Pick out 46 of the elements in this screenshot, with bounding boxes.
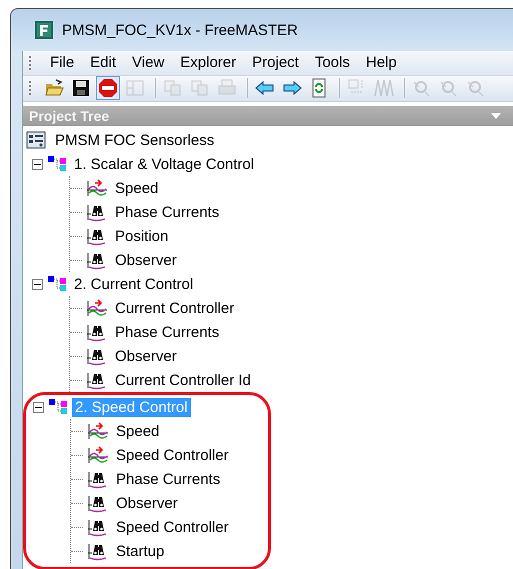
binoculars-icon xyxy=(86,226,108,246)
collapse-toggle[interactable] xyxy=(32,278,43,290)
binoculars-icon xyxy=(87,469,109,489)
binoculars-icon xyxy=(86,346,108,366)
binoculars-icon xyxy=(86,250,108,270)
app-icon xyxy=(35,21,53,39)
menu-item[interactable]: Explorer xyxy=(172,54,244,72)
binoculars-icon xyxy=(86,202,108,222)
tree-item[interactable]: Speed xyxy=(113,422,162,440)
tree-item[interactable]: Phase Currents xyxy=(112,322,222,342)
tree-item[interactable]: Observer xyxy=(113,494,181,512)
collapse-toggle[interactable] xyxy=(33,402,44,412)
graph-icon xyxy=(86,178,108,198)
tree-item[interactable]: Current Controller xyxy=(112,298,238,318)
graph-icon xyxy=(86,298,108,318)
tree-item[interactable]: Observer xyxy=(112,346,180,366)
menu-item[interactable]: View xyxy=(124,54,172,72)
tree-item[interactable]: Phase Currents xyxy=(113,470,224,488)
tree-item[interactable]: Speed xyxy=(112,178,162,198)
tree-item[interactable]: 1. Scalar & Voltage Control xyxy=(71,154,258,174)
project-icon xyxy=(26,131,46,149)
tree-item[interactable]: 2. Current Control xyxy=(71,274,196,294)
binoculars-icon xyxy=(87,493,109,513)
tree-item[interactable]: Observer xyxy=(112,250,180,270)
binoculars-icon xyxy=(87,517,109,537)
tree-item[interactable]: Position xyxy=(112,226,172,246)
tree-item[interactable]: Startup xyxy=(113,542,168,560)
menu-item[interactable]: File xyxy=(42,54,82,72)
menu-item[interactable]: Edit xyxy=(82,54,124,72)
tree-item[interactable]: Phase Currents xyxy=(112,202,222,222)
menu-item[interactable]: Tools xyxy=(306,54,358,72)
menu-item[interactable]: Help xyxy=(358,54,405,72)
tree-item[interactable]: Current Controller Id xyxy=(112,370,254,390)
graph-icon xyxy=(87,421,109,441)
binoculars-icon xyxy=(86,322,108,342)
binoculars-icon xyxy=(86,370,108,390)
binoculars-icon xyxy=(87,541,109,561)
tree-item[interactable]: Speed Controller xyxy=(113,446,232,464)
collapse-toggle[interactable] xyxy=(32,158,43,170)
graph-icon xyxy=(87,445,109,465)
menu-item[interactable]: Project xyxy=(244,54,307,72)
dropdown-icon[interactable] xyxy=(491,112,501,120)
panel-title: Project Tree xyxy=(29,108,110,124)
tree-item[interactable]: PMSM FOC Sensorless xyxy=(52,130,218,150)
tree-item[interactable]: Speed Controller xyxy=(113,518,232,536)
window-title: PMSM_FOC_KV1x - FreeMASTER xyxy=(62,22,298,38)
